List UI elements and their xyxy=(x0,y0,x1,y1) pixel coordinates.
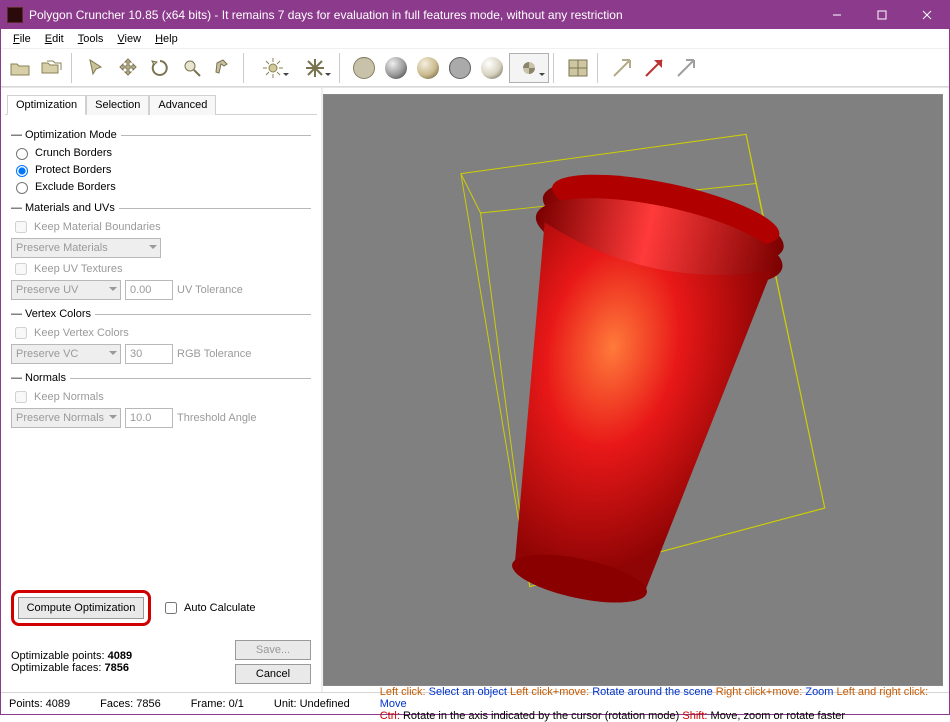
label-rgb-tolerance: RGB Tolerance xyxy=(177,348,251,360)
label-keep-vc: Keep Vertex Colors xyxy=(34,327,129,339)
open-icon[interactable] xyxy=(5,53,35,83)
panel-tabs: Optimization Selection Advanced xyxy=(5,92,317,115)
group-normals: Normals xyxy=(11,372,311,384)
titlebar: Polygon Cruncher 10.85 (x64 bits) - It r… xyxy=(1,1,949,29)
cancel-button[interactable]: Cancel xyxy=(235,664,311,684)
label-auto-calculate: Auto Calculate xyxy=(184,602,256,614)
label-keep-uv: Keep UV Textures xyxy=(34,263,122,275)
sphere-checker-icon[interactable] xyxy=(509,53,549,83)
status-points: Points: 4089 xyxy=(9,698,70,710)
sphere-light-icon[interactable] xyxy=(477,53,507,83)
spin-rgb-tolerance xyxy=(125,344,173,364)
minimize-button[interactable] xyxy=(814,1,859,29)
spin-threshold xyxy=(125,408,173,428)
close-button[interactable] xyxy=(904,1,949,29)
maximize-button[interactable] xyxy=(859,1,904,29)
radio-exclude[interactable] xyxy=(16,182,28,194)
quad-icon[interactable] xyxy=(563,53,593,83)
menu-help[interactable]: Help xyxy=(149,31,184,47)
tab-selection[interactable]: Selection xyxy=(86,95,149,115)
move-icon[interactable] xyxy=(113,53,143,83)
arrow2-icon[interactable] xyxy=(639,53,669,83)
burst-icon[interactable] xyxy=(295,53,335,83)
compute-highlight: Compute Optimization xyxy=(11,590,151,626)
arrow1-icon[interactable] xyxy=(607,53,637,83)
label-keep-boundaries: Keep Material Boundaries xyxy=(34,221,161,233)
tab-advanced[interactable]: Advanced xyxy=(149,95,216,115)
combo-preserve-vc xyxy=(11,344,121,364)
group-vertex: Vertex Colors xyxy=(11,308,311,320)
optimizable-stats: Optimizable points: 4089 Optimizable fac… xyxy=(11,650,132,674)
tab-optimization[interactable]: Optimization xyxy=(7,95,86,115)
window-title: Polygon Cruncher 10.85 (x64 bits) - It r… xyxy=(29,8,814,22)
label-keep-normals: Keep Normals xyxy=(34,391,104,403)
check-keep-uv xyxy=(15,263,27,275)
combo-preserve-materials xyxy=(11,238,161,258)
rotate-icon[interactable] xyxy=(145,53,175,83)
app-icon xyxy=(7,7,23,23)
status-hints: Left click: Select an object Left click+… xyxy=(380,686,941,722)
side-panel: Optimization Selection Advanced Optimiza… xyxy=(1,88,323,692)
label-crunch: Crunch Borders xyxy=(35,147,112,159)
label-threshold: Threshold Angle xyxy=(177,412,257,424)
sphere-beige-icon[interactable] xyxy=(413,53,443,83)
menu-edit[interactable]: Edit xyxy=(39,31,70,47)
statusbar: Points: 4089 Faces: 7856 Frame: 0/1 Unit… xyxy=(1,692,949,714)
check-auto-calculate[interactable] xyxy=(165,602,177,614)
status-unit: Unit: Undefined xyxy=(274,698,350,710)
spin-uv-tolerance xyxy=(125,280,173,300)
group-mode: Optimization Mode xyxy=(11,129,311,141)
menu-view[interactable]: View xyxy=(111,31,147,47)
status-faces: Faces: 7856 xyxy=(100,698,161,710)
hammer-icon[interactable] xyxy=(209,53,239,83)
group-materials: Materials and UVs xyxy=(11,202,311,214)
save-button: Save... xyxy=(235,640,311,660)
check-keep-normals xyxy=(15,391,27,403)
radio-crunch[interactable] xyxy=(16,148,28,160)
viewport-3d[interactable] xyxy=(323,94,943,686)
radio-protect[interactable] xyxy=(16,165,28,177)
sphere-wire-icon[interactable] xyxy=(349,53,379,83)
batch-icon[interactable] xyxy=(37,53,67,83)
arrow3-icon[interactable] xyxy=(671,53,701,83)
pointer-icon[interactable] xyxy=(81,53,111,83)
light-icon[interactable] xyxy=(253,53,293,83)
check-keep-vc xyxy=(15,327,27,339)
combo-preserve-uv xyxy=(11,280,121,300)
menu-tools[interactable]: Tools xyxy=(72,31,110,47)
zoom-icon[interactable] xyxy=(177,53,207,83)
combo-preserve-normals xyxy=(11,408,121,428)
menu-file[interactable]: File xyxy=(7,31,37,47)
label-protect: Protect Borders xyxy=(35,164,111,176)
check-keep-boundaries xyxy=(15,221,27,233)
sphere-wire2-icon[interactable] xyxy=(445,53,475,83)
compute-button[interactable]: Compute Optimization xyxy=(18,597,144,619)
menubar: File Edit Tools View Help xyxy=(1,29,949,49)
toolbar xyxy=(1,49,949,87)
label-exclude: Exclude Borders xyxy=(35,181,116,193)
label-uv-tolerance: UV Tolerance xyxy=(177,284,243,296)
status-frame: Frame: 0/1 xyxy=(191,698,244,710)
sphere-grey-icon[interactable] xyxy=(381,53,411,83)
